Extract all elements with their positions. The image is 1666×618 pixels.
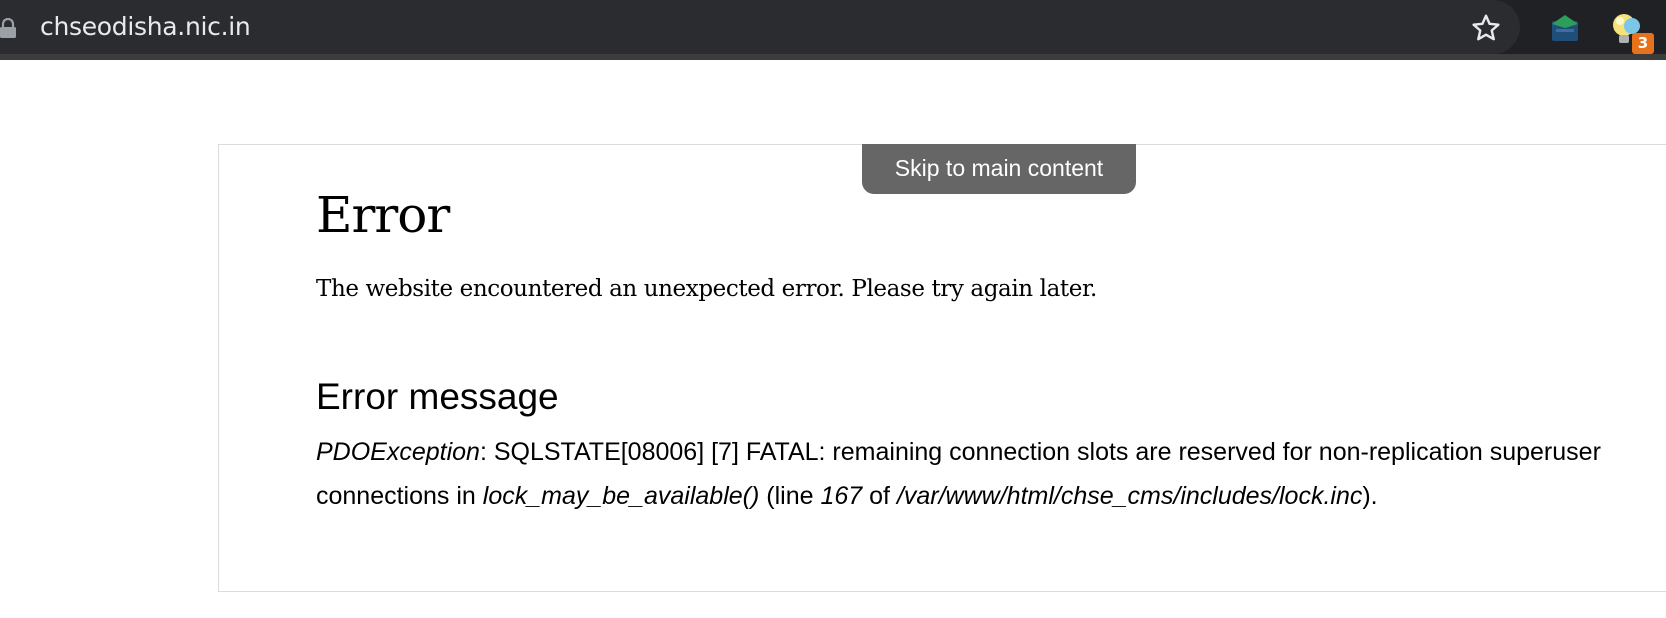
extension-badge: 3 xyxy=(1632,33,1654,54)
url-text[interactable]: chseodisha.nic.in xyxy=(40,12,251,42)
address-bar[interactable]: chseodisha.nic.in xyxy=(0,0,1520,54)
error-message-body: PDOException: SQLSTATE[08006] [7] FATAL:… xyxy=(316,430,1656,518)
page-title: Error xyxy=(316,186,450,244)
line-number: 167 xyxy=(820,482,863,510)
function-name: lock_may_be_available() xyxy=(482,482,760,510)
star-icon[interactable] xyxy=(1470,12,1502,44)
graduation-cap-icon[interactable] xyxy=(1548,11,1582,43)
file-path: /var/www/html/chse_cms/includes/lock.inc xyxy=(896,482,1363,510)
lock-icon[interactable] xyxy=(0,18,16,38)
error-text-of: of xyxy=(862,482,897,510)
skip-to-main-content-link[interactable]: Skip to main content xyxy=(862,144,1136,194)
toolbar-divider xyxy=(0,54,1666,60)
error-message-heading: Error message xyxy=(316,376,559,417)
exception-type: PDOException xyxy=(316,438,480,466)
error-text-end: ). xyxy=(1362,482,1378,510)
error-description: The website encountered an unexpected er… xyxy=(316,276,1097,302)
browser-toolbar: chseodisha.nic.in 3 xyxy=(0,0,1666,60)
error-text-line-prefix: (line xyxy=(759,482,821,510)
